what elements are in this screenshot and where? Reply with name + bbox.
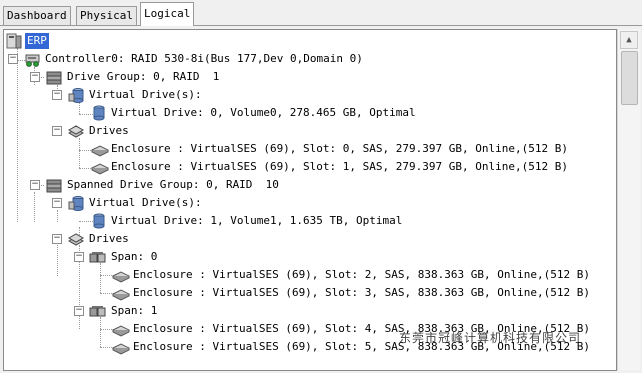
tree-node-label: Controller0: RAID 530-8i(Bus 177,Dev 0,D… bbox=[45, 52, 363, 65]
tree-node-controller[interactable]: − Controller0: RAID 530-8i(Bus 177,Dev 0… bbox=[4, 50, 604, 68]
cylinder-icon bbox=[68, 196, 84, 211]
hard-drive-icon bbox=[91, 163, 109, 175]
collapse-toggle[interactable]: − bbox=[30, 180, 40, 190]
scroll-up-arrow-icon[interactable]: ▲ bbox=[620, 31, 638, 49]
collapse-toggle[interactable]: − bbox=[52, 234, 62, 244]
tree-node-drive[interactable]: Enclosure : VirtualSES (69), Slot: 3, SA… bbox=[4, 284, 604, 302]
hard-drive-icon bbox=[91, 145, 109, 157]
watermark-text: 东莞市冠峰计算机科技有限公司 bbox=[399, 331, 582, 345]
tree-node-label: Span: 1 bbox=[111, 304, 158, 317]
hard-drive-icon bbox=[112, 289, 130, 301]
tree-node-label: Virtual Drive: 0, Volume0, 278.465 GB, O… bbox=[111, 106, 416, 119]
collapse-toggle[interactable]: − bbox=[74, 252, 84, 262]
tree-node-label: Virtual Drive(s): bbox=[89, 88, 202, 101]
tree-node-label: Span: 0 bbox=[111, 250, 158, 263]
hard-drive-icon bbox=[112, 343, 130, 355]
hard-drive-icon bbox=[112, 271, 130, 283]
tree-node-span[interactable]: − Span: 1 bbox=[4, 302, 604, 320]
tree-node-drives[interactable]: − Drives bbox=[4, 122, 604, 140]
disk-stack-icon bbox=[46, 179, 62, 193]
tab-dashboard[interactable]: Dashboard bbox=[3, 6, 71, 25]
tree-node-virtual-drive[interactable]: Virtual Drive: 1, Volume1, 1.635 TB, Opt… bbox=[4, 212, 604, 230]
tab-divider bbox=[0, 25, 642, 26]
tree-node-drive[interactable]: Enclosure : VirtualSES (69), Slot: 2, SA… bbox=[4, 266, 604, 284]
tab-physical[interactable]: Physical bbox=[76, 6, 137, 25]
vertical-scrollbar[interactable]: ▲ bbox=[617, 29, 640, 370]
tree-node-label: Virtual Drive(s): bbox=[89, 196, 202, 209]
collapse-toggle[interactable]: − bbox=[30, 72, 40, 82]
tree-node-spanned-drive-group[interactable]: − Spanned Drive Group: 0, RAID 10 bbox=[4, 176, 604, 194]
span-icon bbox=[89, 306, 106, 317]
tree-node-drives[interactable]: − Drives bbox=[4, 230, 604, 248]
disk-stack-icon bbox=[46, 71, 62, 85]
disk-stack-icon bbox=[67, 125, 85, 138]
collapse-toggle[interactable]: − bbox=[52, 126, 62, 136]
collapse-toggle[interactable]: − bbox=[52, 90, 62, 100]
tree-node-label: Drives bbox=[89, 232, 129, 245]
tree-node-label: Drives bbox=[89, 124, 129, 137]
tree-node-virtual-drives[interactable]: − Virtual Drive(s): bbox=[4, 86, 604, 104]
tree-node-label: Drive Group: 0, RAID 1 bbox=[67, 70, 220, 83]
collapse-toggle[interactable]: − bbox=[8, 54, 18, 64]
tab-bar: Dashboard Physical Logical bbox=[0, 0, 642, 29]
tree-node-span[interactable]: − Span: 0 bbox=[4, 248, 604, 266]
span-icon bbox=[89, 252, 106, 263]
tree-node-virtual-drives[interactable]: − Virtual Drive(s): bbox=[4, 194, 604, 212]
logical-tree-view[interactable]: ERP − Controller0: RAID 530-8i(Bus 177,D… bbox=[3, 29, 617, 371]
tree-node-label: Spanned Drive Group: 0, RAID 10 bbox=[67, 178, 279, 191]
tree-node-virtual-drive[interactable]: Virtual Drive: 0, Volume0, 278.465 GB, O… bbox=[4, 104, 604, 122]
tab-logical[interactable]: Logical bbox=[140, 2, 195, 26]
collapse-toggle[interactable]: − bbox=[52, 198, 62, 208]
disk-stack-icon bbox=[67, 233, 85, 246]
server-icon bbox=[6, 33, 22, 49]
tree-node-label: Enclosure : VirtualSES (69), Slot: 2, SA… bbox=[133, 268, 590, 281]
tree-node-drive[interactable]: Enclosure : VirtualSES (69), Slot: 0, SA… bbox=[4, 140, 604, 158]
controller-icon bbox=[25, 54, 40, 67]
cylinder-icon bbox=[68, 88, 84, 103]
tree-node-drive-group[interactable]: − Drive Group: 0, RAID 1 bbox=[4, 68, 604, 86]
tree-node-erp[interactable]: ERP bbox=[4, 32, 604, 50]
tree-node-label: Enclosure : VirtualSES (69), Slot: 0, SA… bbox=[111, 142, 568, 155]
tree-node-label: Enclosure : VirtualSES (69), Slot: 1, SA… bbox=[111, 160, 568, 173]
cylinder-icon bbox=[93, 213, 105, 229]
scrollbar-thumb[interactable] bbox=[621, 51, 638, 105]
tree-node-label: Virtual Drive: 1, Volume1, 1.635 TB, Opt… bbox=[111, 214, 403, 227]
hard-drive-icon bbox=[112, 325, 130, 337]
tree-node-label: ERP bbox=[25, 33, 49, 49]
tree-node-drive[interactable]: Enclosure : VirtualSES (69), Slot: 1, SA… bbox=[4, 158, 604, 176]
tree-node-label: Enclosure : VirtualSES (69), Slot: 3, SA… bbox=[133, 286, 590, 299]
cylinder-icon bbox=[93, 105, 105, 121]
collapse-toggle[interactable]: − bbox=[74, 306, 84, 316]
